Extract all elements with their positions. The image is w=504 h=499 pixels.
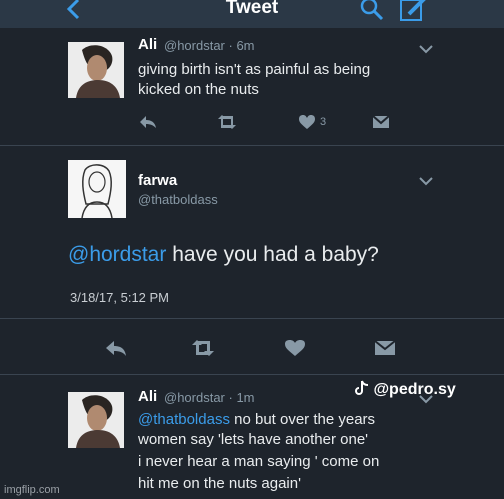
avatar[interactable] (68, 160, 126, 218)
author-handle: @hordstar · 6m (164, 38, 255, 53)
chevron-down-icon[interactable] (418, 176, 434, 186)
imgflip-watermark: imgflip.com (4, 484, 60, 496)
chevron-down-icon[interactable] (418, 44, 434, 54)
direct-message-icon[interactable] (372, 115, 390, 129)
author-name[interactable]: Ali (138, 36, 157, 53)
tweet-screen: Tweet Ali @hordstar · 6m giving birth is… (0, 0, 504, 499)
retweet-icon[interactable] (190, 339, 216, 357)
reply-icon[interactable] (104, 339, 128, 357)
navigation-bar: Tweet (0, 0, 504, 28)
like-icon[interactable] (298, 114, 316, 130)
reply-icon[interactable] (138, 114, 158, 130)
tweet-text-line: women say 'lets have another one' (138, 431, 369, 448)
tiktok-watermark: @pedro.sy (355, 380, 456, 399)
search-icon[interactable] (358, 0, 386, 24)
retweet-icon[interactable] (216, 114, 238, 130)
avatar[interactable] (68, 392, 124, 448)
divider (0, 374, 504, 375)
tweet-timestamp: 3/18/17, 5:12 PM (70, 290, 170, 305)
author-name[interactable]: Ali (138, 388, 157, 405)
mention-link[interactable]: @hordstar (68, 243, 166, 266)
author-handle: @thatboldass (138, 192, 218, 207)
direct-message-icon[interactable] (374, 340, 396, 356)
mention-link[interactable]: @thatboldass (138, 411, 230, 428)
tweet-text-body: no but over the years (229, 411, 376, 428)
tweet-text: @hordstar have you had a baby? (68, 243, 379, 267)
tweet-text-line: @thatboldass no but over the years (138, 410, 375, 430)
like-icon[interactable] (284, 339, 306, 357)
like-count: 3 (320, 116, 327, 128)
tweet-text-line: kicked on the nuts (138, 81, 259, 98)
divider (0, 145, 504, 146)
avatar-image (68, 160, 126, 218)
avatar-image (68, 392, 124, 448)
tweet-text-line: giving birth isn't as painful as being (138, 61, 371, 78)
watermark-handle: @pedro.sy (373, 381, 456, 398)
divider (0, 318, 504, 319)
tiktok-icon (355, 380, 369, 395)
tweet-text-line: i never hear a man saying ' come on (138, 453, 380, 470)
author-name[interactable]: farwa (138, 172, 177, 189)
compose-icon[interactable] (398, 0, 430, 24)
author-handle: @hordstar · 1m (164, 390, 255, 405)
avatar-image (68, 42, 124, 98)
tweet-text-line: hit me on the nuts again' (138, 475, 301, 492)
avatar[interactable] (68, 42, 124, 98)
tweet-text-body: have you had a baby? (166, 243, 379, 266)
